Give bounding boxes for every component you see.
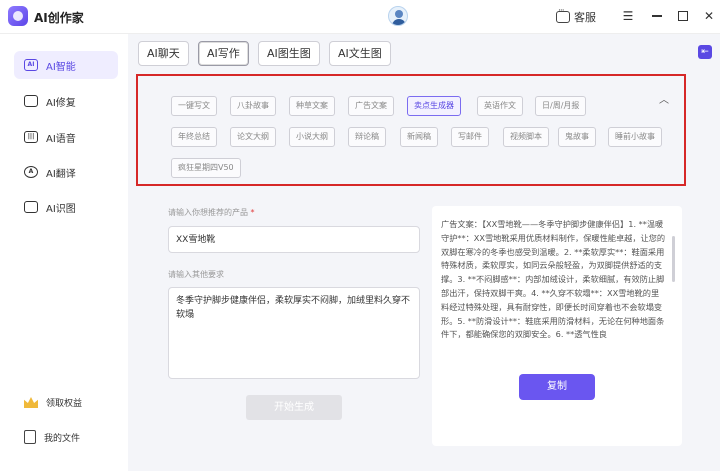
type-chip[interactable]: 年终总结 [171,127,217,147]
result-scrollbar[interactable] [672,236,675,282]
chat-icon [556,6,570,23]
type-chip[interactable]: 新闻稿 [400,127,438,147]
result-text: 广告文案：【XX雪地靴——冬季守护脚步健康伴侣】1. **温暖守护**：XX雪地… [441,219,666,340]
collapse-types-icon[interactable]: ︿ [658,96,670,106]
type-chip[interactable]: 英语作文 [477,96,523,116]
sidebar-item-ai-voice[interactable]: ||| AI语音 [14,123,118,151]
type-chip[interactable]: 辩论稿 [348,127,386,147]
other-requirements-textarea[interactable]: 冬季守护脚步健康伴侣，柔软厚实不闷脚，加绒里料久穿不软塌 [168,287,420,379]
app-title: AI创作家 [34,11,84,25]
sidebar-item-label: AI语音 [46,133,76,145]
type-chip[interactable]: 论文大纲 [230,127,276,147]
ai-chip-icon: AI [24,59,38,71]
tab-ai-text2img[interactable]: AI文生图 [329,41,391,66]
sidebar-item-label: AI识图 [46,203,76,215]
type-chip[interactable]: 视频脚本 [503,127,549,147]
image-recognize-icon [24,201,38,213]
tab-ai-writing[interactable]: AI写作 [198,41,249,66]
type-chip-selected[interactable]: 卖点生成器 [407,96,461,116]
file-icon [24,430,36,444]
type-chip[interactable]: 种草文案 [289,96,335,116]
user-avatar[interactable] [388,6,408,26]
sidebar: AI AI智能 AI修复 ||| AI语音 A AI翻译 AI识图 领取权益 我… [0,34,128,471]
sidebar-item-ai-repair[interactable]: AI修复 [14,87,118,115]
type-chip[interactable]: 写邮件 [451,127,489,147]
type-chip[interactable]: 一键写文 [171,96,217,116]
sidebar-item-ai-recognize[interactable]: AI识图 [14,193,118,221]
type-chip[interactable]: 睡前小故事 [608,127,662,147]
product-input[interactable]: XX雪地靴 [168,226,420,253]
sidebar-item-label: AI翻译 [46,168,76,180]
other-requirements-label: 请输入其他要求 [168,270,224,279]
translate-icon: A [24,166,38,178]
claim-benefits-link[interactable]: 领取权益 [24,396,82,409]
maximize-icon[interactable] [675,8,691,24]
menu-icon[interactable]: ☰ [620,8,636,24]
sidebar-item-ai-translate[interactable]: A AI翻译 [14,158,118,186]
tab-ai-img2img[interactable]: AI图生图 [258,41,320,66]
collapse-sidebar-button[interactable]: ⇤ [698,45,712,59]
audio-icon: ||| [24,131,38,143]
app-logo-icon [8,6,28,26]
result-panel: 广告文案：【XX雪地靴——冬季守护脚步健康伴侣】1. **温暖守护**：XX雪地… [432,206,682,446]
sidebar-item-ai-smart[interactable]: AI AI智能 [14,51,118,79]
my-files-link[interactable]: 我的文件 [24,430,80,444]
type-chip[interactable]: 小说大纲 [289,127,335,147]
type-chip[interactable]: 日/周/月报 [535,96,587,116]
main-area: AI聊天 AI写作 AI图生图 AI文生图 ⇤ 一键写文 八卦故事 种草文案 广… [128,34,720,471]
type-chip[interactable]: 鬼故事 [558,127,596,147]
tab-ai-chat[interactable]: AI聊天 [138,41,189,66]
crown-icon [24,397,38,408]
close-icon[interactable]: ✕ [701,8,717,24]
type-chip[interactable]: 广告文案 [348,96,394,116]
type-chip[interactable]: 八卦故事 [230,96,276,116]
product-field-label: 请输入你想推荐的产品 * [168,208,255,217]
claim-benefits-label: 领取权益 [46,399,83,409]
customer-service-label: 客服 [574,11,596,24]
customer-service-button[interactable]: 客服 [556,6,596,26]
writing-type-panel: 一键写文 八卦故事 种草文案 广告文案 卖点生成器 英语作文 日/周/月报 ︿ … [136,74,686,186]
sidebar-item-label: AI智能 [46,61,76,73]
title-bar: AI创作家 客服 ☰ ✕ [0,0,720,34]
copy-button[interactable]: 复制 [519,374,595,400]
image-repair-icon [24,95,38,107]
minimize-icon[interactable] [649,8,665,24]
generate-button[interactable]: 开始生成 [246,395,342,420]
sidebar-item-label: AI修复 [46,97,76,109]
type-chip[interactable]: 疯狂星期四V50 [171,158,241,178]
my-files-label: 我的文件 [44,433,81,444]
